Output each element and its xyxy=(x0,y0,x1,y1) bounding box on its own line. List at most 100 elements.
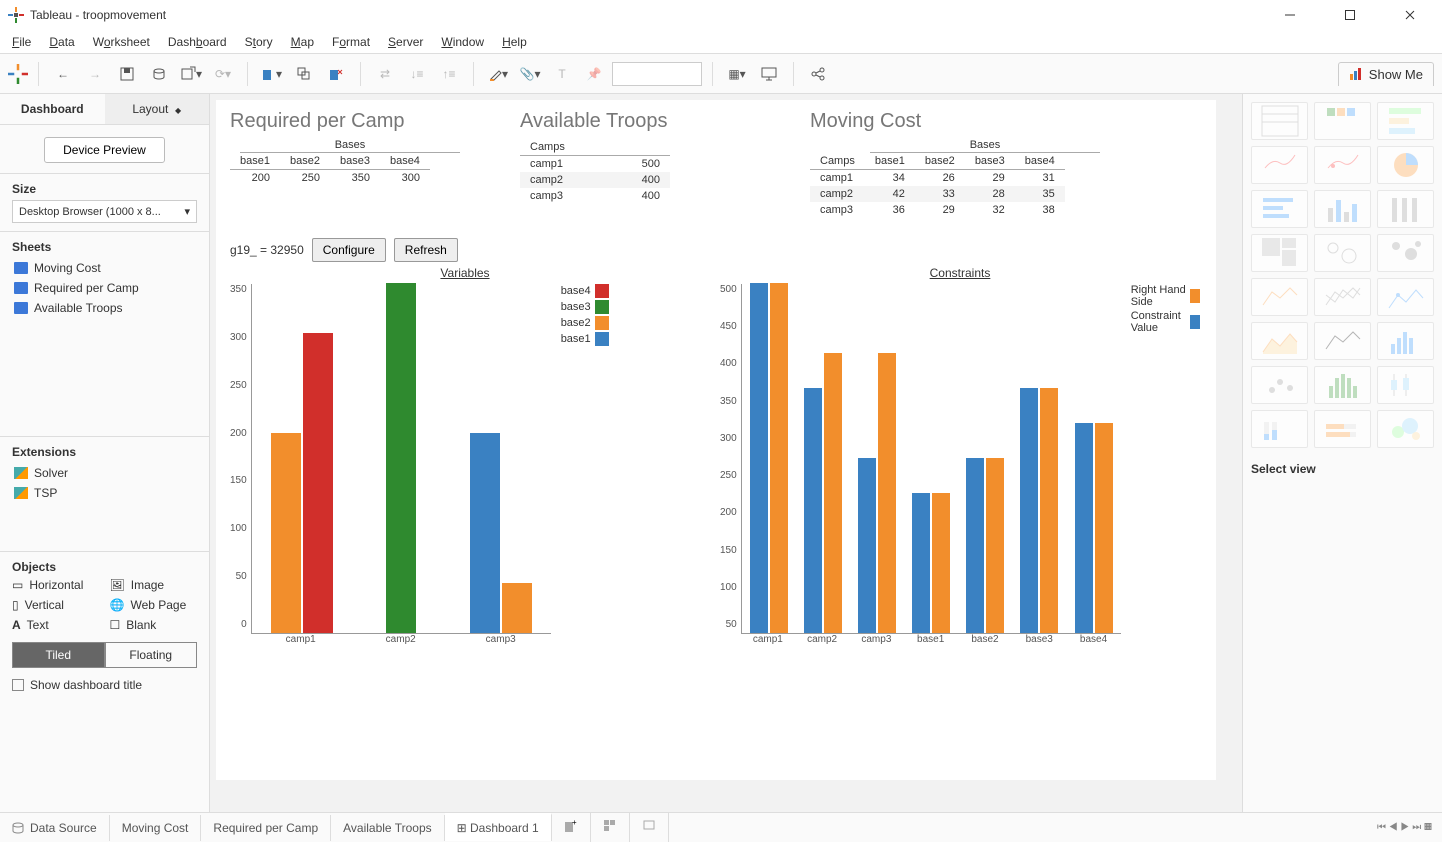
obj-webpage[interactable]: 🌐 Web Page xyxy=(110,598,198,612)
tab-nav[interactable]: ⏮ ◀ ▶ ⏭ ▦ xyxy=(1377,822,1442,833)
viz-thumb-17[interactable] xyxy=(1377,322,1434,360)
save-button[interactable] xyxy=(113,60,141,88)
new-story-tab[interactable] xyxy=(630,813,669,842)
required-per-camp-view[interactable]: Required per Camp Bases base1base2base3b… xyxy=(230,110,490,218)
floating-button[interactable]: Floating xyxy=(105,642,198,668)
new-worksheet-button[interactable]: ▾ xyxy=(177,60,205,88)
viz-thumb-1[interactable] xyxy=(1314,102,1371,140)
new-datasource-button[interactable] xyxy=(145,60,173,88)
tableau-start-icon[interactable] xyxy=(8,64,28,84)
extensions-header: Extensions xyxy=(12,445,197,459)
tab-moving-cost[interactable]: Moving Cost xyxy=(110,815,202,841)
viz-thumb-13[interactable] xyxy=(1314,278,1371,316)
tab-dashboard-1[interactable]: ⊞ Dashboard 1 xyxy=(445,813,552,841)
viz-thumb-8[interactable] xyxy=(1377,190,1434,228)
viz-thumb-19[interactable] xyxy=(1314,366,1371,404)
select-view-label: Select view xyxy=(1251,462,1434,476)
new-worksheet-tab[interactable]: + xyxy=(552,813,591,842)
viz-thumb-6[interactable] xyxy=(1251,190,1308,228)
show-cards-button[interactable]: ▦▾ xyxy=(723,60,751,88)
menu-story[interactable]: Story xyxy=(245,35,273,49)
clear-button[interactable] xyxy=(322,60,350,88)
sheet-moving-cost[interactable]: Moving Cost xyxy=(12,258,197,278)
variables-chart[interactable]: Variables 350300250200150100500 camp1cam… xyxy=(230,266,700,645)
sort-asc-button: ↓≡ xyxy=(403,60,431,88)
size-header: Size xyxy=(12,182,197,196)
viz-thumb-22[interactable] xyxy=(1314,410,1371,448)
viz-thumb-7[interactable] xyxy=(1314,190,1371,228)
constraints-chart[interactable]: Constraints 5004504003503002502001501005… xyxy=(720,266,1200,645)
viz-thumb-20[interactable] xyxy=(1377,366,1434,404)
viz-thumb-18[interactable] xyxy=(1251,366,1308,404)
minimize-button[interactable] xyxy=(1270,1,1310,29)
viz-thumb-2[interactable] xyxy=(1377,102,1434,140)
menu-window[interactable]: Window xyxy=(441,35,484,49)
attach-button[interactable]: 📎▾ xyxy=(516,60,544,88)
pin-button: 📌 xyxy=(580,60,608,88)
viz-thumb-12[interactable] xyxy=(1251,278,1308,316)
sheet-required-per-camp[interactable]: Required per Camp xyxy=(12,278,197,298)
obj-horizontal[interactable]: ▭ Horizontal xyxy=(12,578,100,592)
available-title: Available Troops xyxy=(520,110,720,133)
dashboard-canvas[interactable]: Required per Camp Bases base1base2base3b… xyxy=(210,94,1242,812)
menu-data[interactable]: Data xyxy=(49,35,74,49)
show-title-checkbox[interactable]: Show dashboard title xyxy=(12,678,197,692)
show-me-button[interactable]: Show Me xyxy=(1338,62,1434,86)
menu-server[interactable]: Server xyxy=(388,35,423,49)
tab-dashboard[interactable]: Dashboard xyxy=(0,94,105,124)
configure-button[interactable]: Configure xyxy=(312,238,386,262)
size-selector[interactable]: Desktop Browser (1000 x 8...▾ xyxy=(12,200,197,223)
tab-layout[interactable]: Layout ◆ xyxy=(105,94,210,124)
viz-thumb-4[interactable] xyxy=(1314,146,1371,184)
menu-format[interactable]: Format xyxy=(332,35,370,49)
bottom-bar: Data Source Moving Cost Required per Cam… xyxy=(0,812,1442,842)
menu-map[interactable]: Map xyxy=(291,35,314,49)
menu-help[interactable]: Help xyxy=(502,35,527,49)
ext-solver[interactable]: Solver xyxy=(12,463,197,483)
moving-cost-view[interactable]: Moving Cost Bases Campsbase1base2base3ba… xyxy=(810,110,1150,218)
viz-thumb-9[interactable] xyxy=(1251,234,1308,272)
presentation-button[interactable] xyxy=(755,60,783,88)
obj-image[interactable]: 🖼 Image xyxy=(110,578,198,592)
forward-button[interactable]: → xyxy=(81,60,109,88)
viz-thumb-15[interactable] xyxy=(1251,322,1308,360)
viz-thumb-0[interactable] xyxy=(1251,102,1308,140)
obj-vertical[interactable]: ▯ Vertical xyxy=(12,598,100,612)
ext-tsp[interactable]: TSP xyxy=(12,483,197,503)
objects-header: Objects xyxy=(12,560,197,574)
new-sheet-button[interactable]: ▾ xyxy=(258,60,286,88)
show-me-panel: Select view xyxy=(1242,94,1442,812)
tab-data-source[interactable]: Data Source xyxy=(0,815,110,841)
menu-dashboard[interactable]: Dashboard xyxy=(168,35,227,49)
refresh-ext-button[interactable]: Refresh xyxy=(394,238,458,262)
viz-thumb-11[interactable] xyxy=(1377,234,1434,272)
tiled-button[interactable]: Tiled xyxy=(12,642,105,668)
obj-blank[interactable]: ☐ Blank xyxy=(110,618,198,632)
highlight-button[interactable]: ▾ xyxy=(484,60,512,88)
tab-required-per-camp[interactable]: Required per Camp xyxy=(201,815,331,841)
menu-file[interactable]: File xyxy=(12,35,31,49)
available-troops-view[interactable]: Available Troops Camps camp1500 camp2400… xyxy=(520,110,720,218)
viz-thumb-5[interactable] xyxy=(1377,146,1434,184)
fit-dropdown[interactable] xyxy=(612,62,702,86)
new-dashboard-tab[interactable] xyxy=(591,813,630,842)
maximize-button[interactable] xyxy=(1330,1,1370,29)
viz-thumb-10[interactable] xyxy=(1314,234,1371,272)
device-preview-button[interactable]: Device Preview xyxy=(44,137,165,163)
viz-thumb-23[interactable] xyxy=(1377,410,1434,448)
viz-thumb-16[interactable] xyxy=(1314,322,1371,360)
left-panel: Dashboard Layout ◆ Device Preview Size D… xyxy=(0,94,210,812)
close-button[interactable] xyxy=(1390,1,1430,29)
obj-text[interactable]: A Text xyxy=(12,618,100,632)
viz-thumb-14[interactable] xyxy=(1377,278,1434,316)
viz-thumb-3[interactable] xyxy=(1251,146,1308,184)
back-button[interactable]: ← xyxy=(49,60,77,88)
share-button[interactable] xyxy=(804,60,832,88)
sheet-available-troops[interactable]: Available Troops xyxy=(12,298,197,318)
menu-worksheet[interactable]: Worksheet xyxy=(93,35,150,49)
refresh-button[interactable]: ⟳▾ xyxy=(209,60,237,88)
duplicate-button[interactable] xyxy=(290,60,318,88)
tab-available-troops[interactable]: Available Troops xyxy=(331,815,445,841)
extension-icon xyxy=(14,487,28,499)
viz-thumb-21[interactable] xyxy=(1251,410,1308,448)
